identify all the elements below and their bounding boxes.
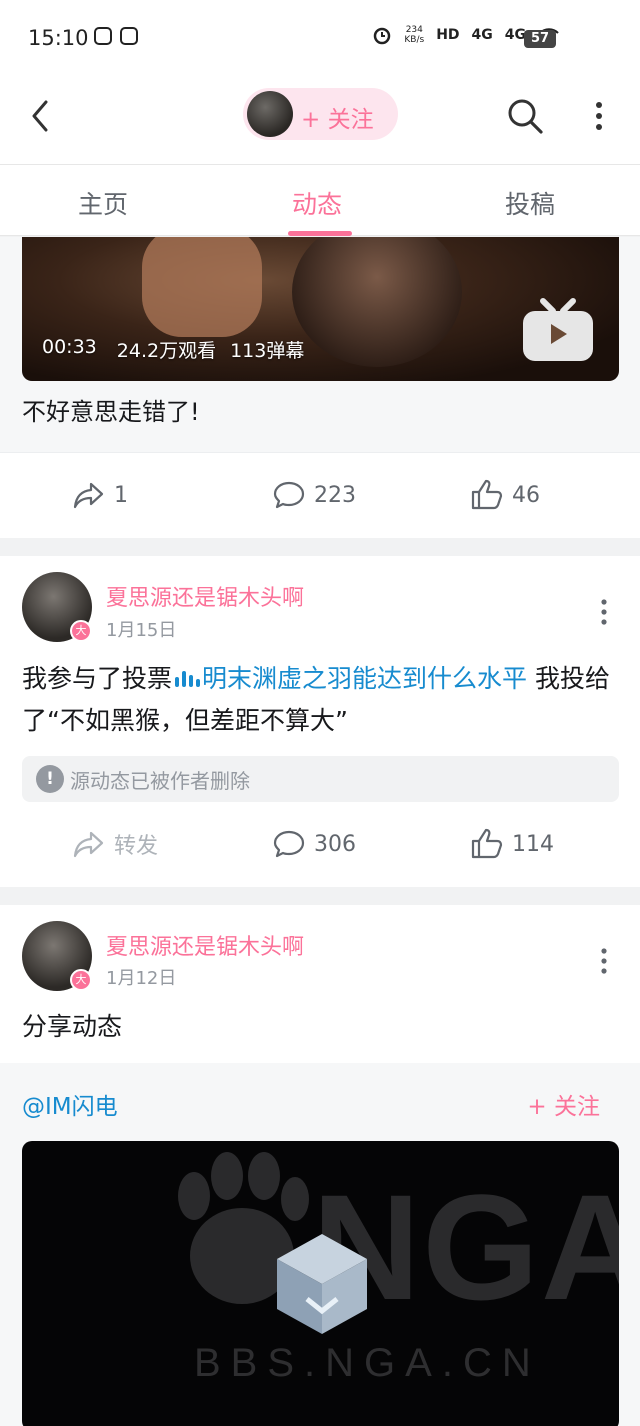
author-name[interactable]: 夏思源还是锯木头啊 xyxy=(106,580,304,612)
comment-count: 306 xyxy=(314,831,356,857)
alarm-icon xyxy=(374,27,391,45)
post-2-prefix: 我参与了投票 xyxy=(22,664,173,693)
cat-app-notification-icon xyxy=(120,27,138,45)
forward-button[interactable]: 转发 xyxy=(72,827,158,861)
info-icon: ! xyxy=(36,765,64,793)
battery-indicator: 57 xyxy=(524,30,556,48)
author-avatar[interactable]: 大 xyxy=(22,921,92,991)
post-2-body: 我参与了投票 明末渊虚之羽能达到什么水平 我投给了“不如黑猴，但差距不算大” xyxy=(22,658,622,742)
thumbs-up-icon xyxy=(471,828,503,859)
share-icon xyxy=(73,831,104,858)
share-button[interactable]: 1 xyxy=(72,478,128,512)
post-1-title: 不好意思走错了! xyxy=(22,398,200,426)
like-button[interactable]: 46 xyxy=(470,478,540,512)
share-icon xyxy=(73,482,104,509)
status-time: 15:10 xyxy=(28,26,89,50)
loading-cube-icon xyxy=(277,1234,367,1334)
nga-url-watermark: BBS.NGA.CN xyxy=(194,1341,541,1385)
post-menu-icon[interactable] xyxy=(594,597,614,627)
shared-content-card[interactable]: @IM闪电 + 关注 NGA BBS.NGA.CN xyxy=(0,1063,640,1426)
comment-icon xyxy=(273,481,305,509)
thumbnail-face xyxy=(292,237,462,367)
video-thumbnail[interactable]: 00:33 24.2万观看 113弹幕 xyxy=(22,237,619,381)
shared-video-thumbnail[interactable]: NGA BBS.NGA.CN xyxy=(22,1141,619,1426)
comment-button[interactable]: 306 xyxy=(272,827,356,861)
comment-count: 223 xyxy=(314,482,356,508)
vote-link[interactable]: 明末渊虚之羽能达到什么水平 xyxy=(202,664,527,693)
vip-badge: 大 xyxy=(70,969,92,991)
like-button[interactable]: 114 xyxy=(470,827,554,861)
active-tab-indicator xyxy=(288,231,352,236)
tab-dynamics[interactable]: 动态 xyxy=(292,185,342,221)
post-3-body: 分享动态 xyxy=(22,1012,123,1041)
more-options-icon[interactable] xyxy=(586,98,612,134)
status-bar: 15:10 234 KB/s HD 4G 4G 57 xyxy=(0,0,640,78)
deleted-source-notice: ! 源动态已被作者删除 xyxy=(22,756,619,802)
signal-2: 4G xyxy=(504,27,526,43)
follow-label: + 关注 xyxy=(301,107,374,133)
tab-home[interactable]: 主页 xyxy=(78,185,128,221)
app-notification-icon xyxy=(94,27,112,45)
author-name[interactable]: 夏思源还是锯木头啊 xyxy=(106,929,304,961)
notification-icons xyxy=(94,27,138,45)
shared-author-link[interactable]: @IM闪电 xyxy=(22,1087,118,1121)
bilibili-tv-icon xyxy=(523,298,593,361)
author-avatar[interactable]: 大 xyxy=(22,572,92,642)
search-icon[interactable] xyxy=(505,96,545,136)
net-speed: 234 KB/s xyxy=(404,25,424,45)
tab-submissions[interactable]: 投稿 xyxy=(505,185,555,221)
deleted-notice-text: 源动态已被作者删除 xyxy=(70,768,250,793)
top-navbar: + 关注 xyxy=(0,78,640,164)
user-avatar-small xyxy=(247,91,293,137)
comment-button[interactable]: 223 xyxy=(272,478,356,512)
profile-tabs: 主页 动态 投稿 xyxy=(0,164,640,236)
back-arrow-icon[interactable] xyxy=(26,96,56,136)
forward-label: 转发 xyxy=(114,834,159,859)
thumbs-up-icon xyxy=(471,479,503,510)
vip-badge: 大 xyxy=(70,620,92,642)
net-speed-value: 234 xyxy=(405,25,423,35)
like-count: 114 xyxy=(512,831,554,857)
shared-follow-button[interactable]: + 关注 xyxy=(527,1087,600,1121)
video-meta: 00:33 24.2万观看 113弹幕 xyxy=(42,336,304,363)
like-count: 46 xyxy=(512,482,540,508)
video-duration: 00:33 xyxy=(42,336,97,358)
hd-indicator: HD xyxy=(436,27,460,43)
vote-bars-icon xyxy=(175,671,201,687)
follow-chip[interactable]: + 关注 xyxy=(243,88,398,140)
post-date: 1月15日 xyxy=(106,620,177,641)
signal-1: 4G xyxy=(471,27,493,43)
share-count: 1 xyxy=(114,482,128,508)
video-views: 24.2万观看 xyxy=(116,340,217,362)
comment-icon xyxy=(273,830,305,858)
net-speed-unit: KB/s xyxy=(404,35,425,45)
post-menu-icon[interactable] xyxy=(594,946,614,976)
post-date: 1月12日 xyxy=(106,968,177,989)
thumbnail-hand xyxy=(142,237,262,337)
video-danmaku: 113弹幕 xyxy=(230,340,305,362)
